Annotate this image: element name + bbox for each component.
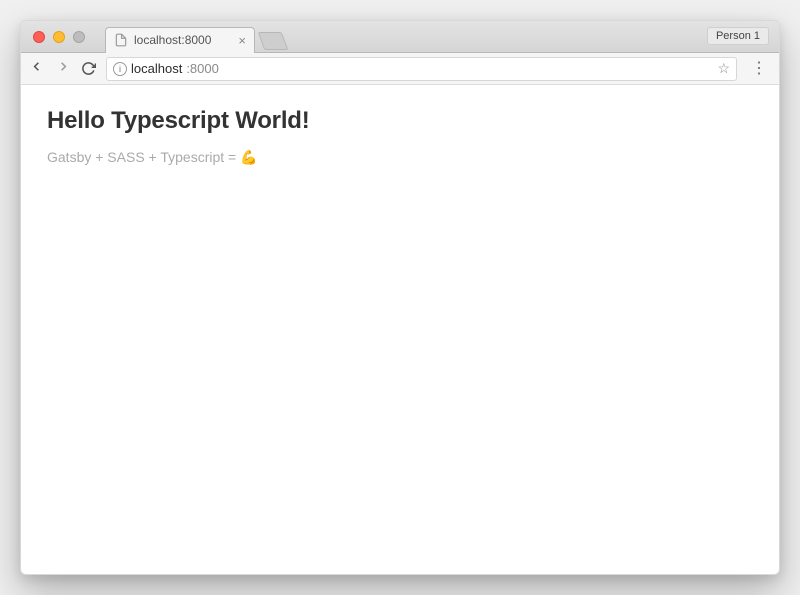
subtext-text: Gatsby + SASS + Typescript =	[47, 149, 240, 165]
tab-title: localhost:8000	[134, 33, 211, 47]
flex-arm-emoji: 💪	[240, 149, 257, 165]
close-window-button[interactable]	[33, 31, 45, 43]
profile-button[interactable]: Person 1	[707, 27, 769, 45]
browser-tab[interactable]: localhost:8000 ×	[105, 27, 255, 53]
window-controls	[21, 31, 85, 43]
nav-arrows	[29, 59, 71, 78]
page-content: Hello Typescript World! Gatsby + SASS + …	[21, 85, 779, 574]
forward-button[interactable]	[56, 59, 71, 78]
maximize-window-button[interactable]	[73, 31, 85, 43]
page-favicon-icon	[114, 33, 128, 47]
toolbar: i localhost :8000 ☆ ⋮	[21, 53, 779, 85]
url-port: :8000	[186, 61, 219, 76]
page-subtext: Gatsby + SASS + Typescript = 💪	[47, 149, 753, 166]
tab-close-button[interactable]: ×	[238, 34, 246, 47]
address-bar[interactable]: i localhost :8000 ☆	[106, 57, 737, 81]
url-host: localhost	[131, 61, 182, 76]
new-tab-button[interactable]	[258, 32, 289, 50]
page-heading: Hello Typescript World!	[47, 107, 753, 135]
site-info-icon[interactable]: i	[113, 62, 127, 76]
back-button[interactable]	[29, 59, 44, 78]
browser-menu-button[interactable]: ⋮	[747, 61, 771, 77]
tab-strip: localhost:8000 × Person 1	[21, 21, 779, 53]
minimize-window-button[interactable]	[53, 31, 65, 43]
browser-window: localhost:8000 × Person 1 i localhost:80…	[20, 20, 780, 575]
reload-button[interactable]	[81, 61, 96, 76]
bookmark-star-icon[interactable]: ☆	[717, 60, 730, 77]
